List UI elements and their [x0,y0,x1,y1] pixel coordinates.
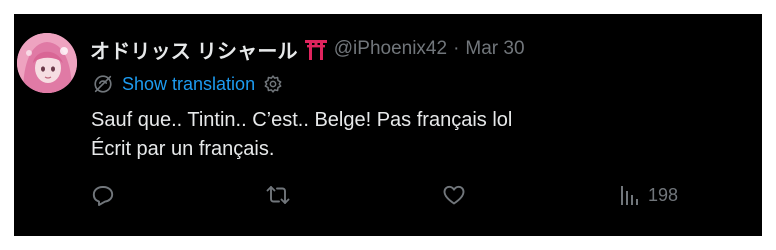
show-translation-link[interactable]: Show translation [122,74,255,95]
retweet-icon [266,183,290,207]
gear-icon[interactable] [263,74,283,94]
tweet-card[interactable]: オドリッス リシャール @iPhoenix42 · Mar 30 Show tr… [14,14,762,236]
tweet-actions: 198 [14,181,762,209]
tweet-text-line: Sauf que.. Tintin.. C’est.. Belge! Pas f… [91,109,513,131]
like-icon [442,183,466,207]
views-count: 198 [648,184,679,205]
tweet-text-line: Écrit par un français. [91,138,275,160]
author-display-name[interactable]: オドリッス リシャール [90,35,298,64]
views-button[interactable]: 198 [618,181,678,209]
torii-gate-icon [304,38,328,60]
tweet-text: Sauf que.. Tintin.. C’est.. Belge! Pas f… [91,106,512,164]
like-button[interactable] [442,181,466,209]
views-icon [618,183,642,207]
tweet-header: オドリッス リシャール @iPhoenix42 · Mar 30 [90,35,525,64]
avatar[interactable] [17,33,77,93]
header-separator: · [453,38,460,59]
reply-button[interactable] [91,181,115,209]
translation-row: Show translation [92,72,283,96]
translate-icon [92,73,114,95]
reply-icon [91,183,115,207]
author-handle[interactable]: @iPhoenix42 [334,38,447,60]
retweet-button[interactable] [266,181,290,209]
tweet-date[interactable]: Mar 30 [465,38,524,60]
